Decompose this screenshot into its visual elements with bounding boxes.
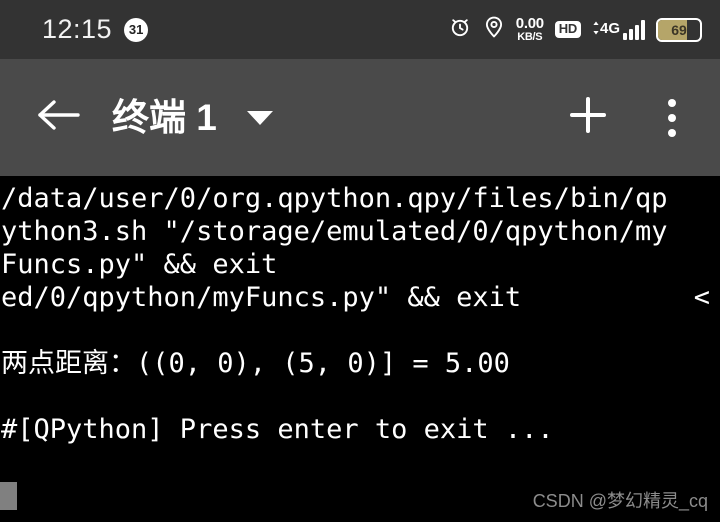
terminal-line: ed/0/qpython/myFuncs.py" && exit < bbox=[0, 281, 720, 314]
page-title: 终端 1 bbox=[112, 97, 217, 138]
terminal-line-text: #[QPython] Press enter to exit ... bbox=[1, 414, 554, 445]
status-clock: 12:15 bbox=[42, 14, 113, 44]
status-bar-right: 0.00 KB/S HD 4G 69 bbox=[448, 15, 702, 44]
network-speed-value: 0.00 bbox=[515, 15, 544, 32]
terminal-line-list: /data/user/0/org.qpython.qpy/files/bin/q… bbox=[0, 176, 720, 446]
terminal-line bbox=[0, 380, 720, 413]
terminal-line: ython3.sh "/storage/emulated/0/qpython/m… bbox=[0, 215, 720, 248]
hd-icon: HD bbox=[554, 21, 581, 38]
battery-icon: 69 bbox=[656, 17, 702, 42]
signal-strength-icon bbox=[623, 19, 645, 40]
terminal-line-text: ed/0/qpython/myFuncs.py" && exit bbox=[1, 282, 522, 313]
terminal-line-text bbox=[1, 315, 17, 346]
network-type-label: 4G bbox=[599, 19, 620, 37]
network-speed-indicator: 0.00 KB/S bbox=[516, 16, 544, 43]
terminal-line-text bbox=[1, 381, 17, 412]
status-bar-left: 12:15 31 bbox=[42, 14, 149, 44]
terminal-line-tail: < bbox=[693, 282, 710, 313]
notification-count-badge: 31 bbox=[124, 17, 149, 42]
status-bar: 12:15 31 0.00 KB/S HD 4G 69 bbox=[0, 0, 720, 59]
overflow-menu-button[interactable] bbox=[648, 86, 696, 150]
phone-screen: 12:15 31 0.00 KB/S HD 4G 69 终端 1 /data/u… bbox=[0, 0, 720, 522]
network-speed-unit: KB/S bbox=[517, 31, 543, 43]
mobile-network-indicator: 4G bbox=[592, 19, 645, 40]
terminal-line: Funcs.py" && exit bbox=[0, 248, 720, 281]
alarm-clock-icon bbox=[448, 15, 472, 44]
terminal-line-text: /data/user/0/org.qpython.qpy/files/bin/q… bbox=[1, 183, 668, 214]
location-pin-icon bbox=[483, 15, 505, 44]
terminal-output-area[interactable]: /data/user/0/org.qpython.qpy/files/bin/q… bbox=[0, 176, 720, 522]
terminal-line-text: ython3.sh "/storage/emulated/0/qpython/m… bbox=[1, 216, 668, 247]
terminal-line: /data/user/0/org.qpython.qpy/files/bin/q… bbox=[0, 182, 720, 215]
chevron-down-icon[interactable] bbox=[246, 110, 273, 125]
more-vertical-icon-dot bbox=[668, 128, 676, 137]
more-vertical-icon-dot bbox=[668, 113, 676, 122]
battery-level-label: 69 bbox=[671, 21, 687, 38]
terminal-line bbox=[0, 314, 720, 347]
watermark-label: CSDN @梦幻精灵_cq bbox=[532, 491, 708, 511]
plus-icon bbox=[566, 93, 610, 142]
terminal-line-text: 两点距离：((0, 0), (5, 0)] = 5.00 bbox=[1, 348, 510, 379]
terminal-line: #[QPython] Press enter to exit ... bbox=[0, 413, 720, 446]
add-session-button[interactable] bbox=[556, 86, 620, 150]
terminal-line-text: Funcs.py" && exit bbox=[1, 249, 278, 280]
app-bar: 终端 1 bbox=[0, 59, 720, 176]
terminal-cursor bbox=[0, 482, 17, 510]
back-button[interactable] bbox=[26, 86, 90, 150]
back-arrow-icon bbox=[34, 95, 82, 140]
more-vertical-icon-dot bbox=[668, 98, 676, 107]
data-transfer-arrows-icon: 4G bbox=[592, 21, 620, 36]
terminal-line: 两点距离：((0, 0), (5, 0)] = 5.00 bbox=[0, 347, 720, 380]
